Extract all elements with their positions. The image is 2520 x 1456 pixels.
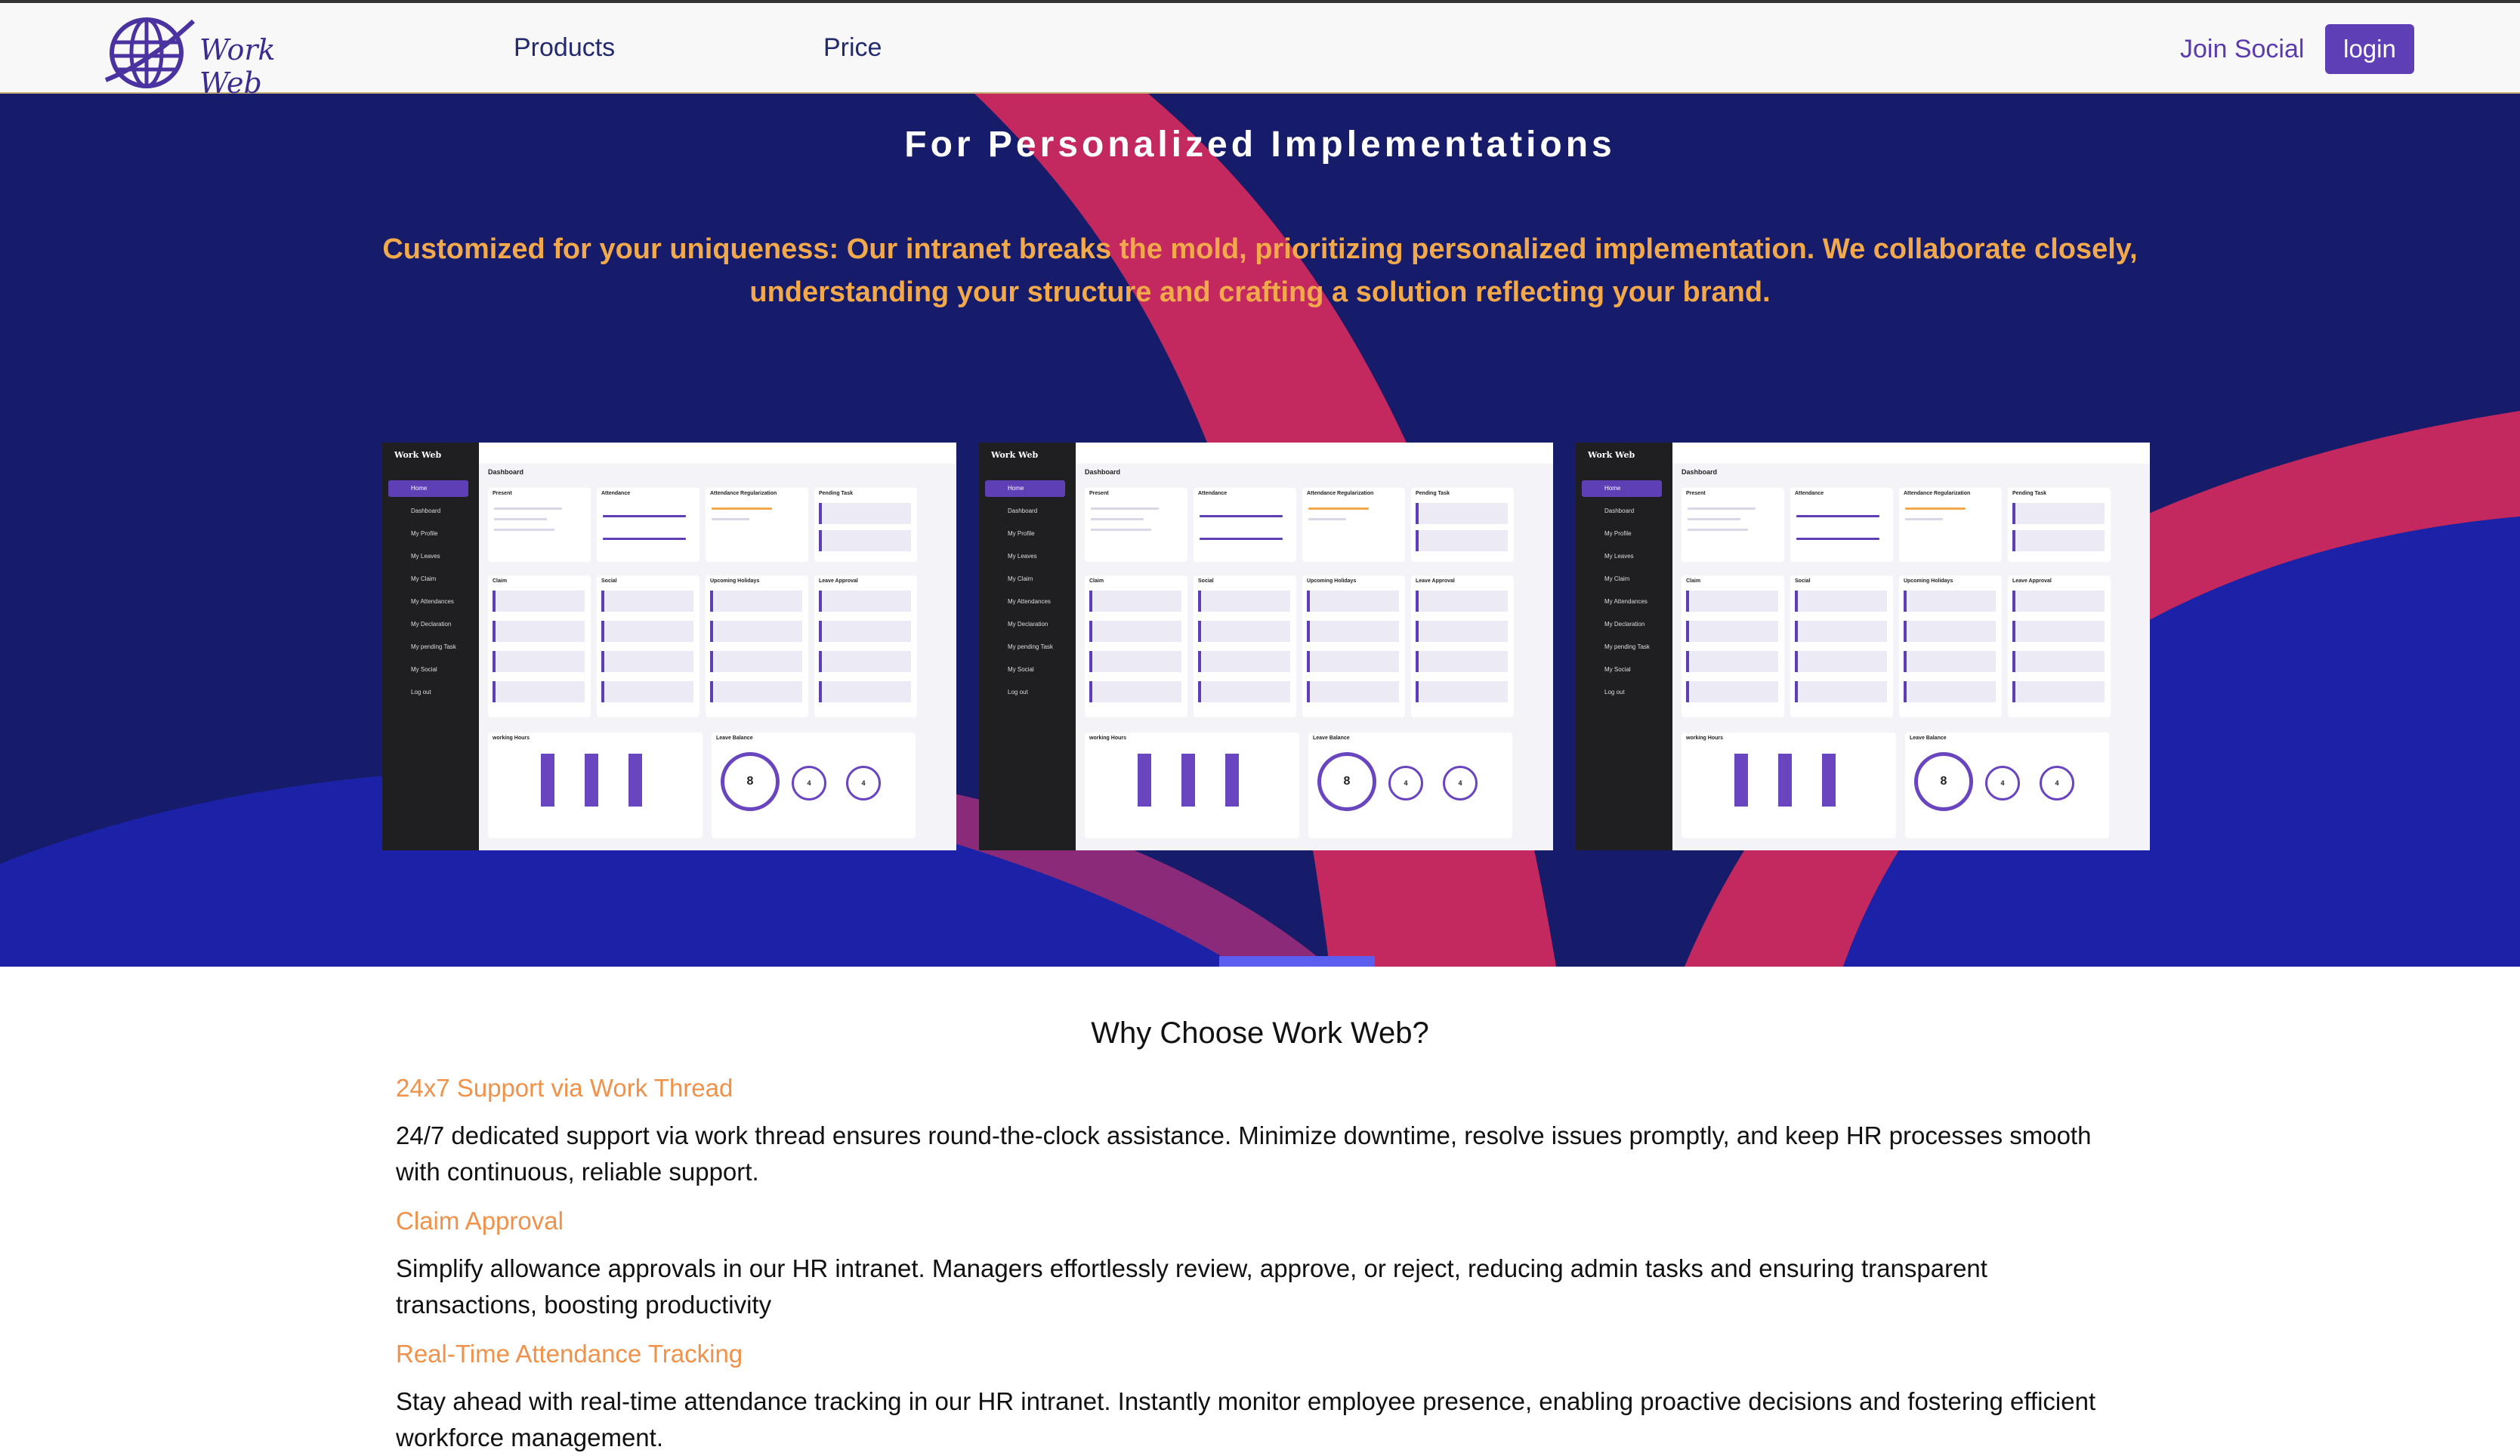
menu-pending-task: My pending Task <box>411 643 456 650</box>
hero-title: For Personalized Implementations <box>904 125 1616 165</box>
card-attendance: Attendance <box>1790 488 1893 562</box>
card-working-hours: working Hours <box>488 733 703 838</box>
menu-declaration: My Declaration <box>1604 621 1645 628</box>
menu-pending-task: My pending Task <box>1604 643 1650 650</box>
card-pending-task: Pending Task <box>1411 488 1514 562</box>
logo[interactable]: Work Web <box>103 11 314 100</box>
card-social: Social <box>597 575 699 717</box>
menu-profile: My Profile <box>1008 530 1035 537</box>
dashboard-brand: Work Web <box>394 450 442 460</box>
menu-claim: My Claim <box>411 575 437 582</box>
card-holidays: Upcoming Holidays <box>706 575 808 717</box>
dashboard-brand: Work Web <box>991 450 1039 460</box>
card-social: Social <box>1194 575 1296 717</box>
card-present: Present <box>1682 488 1784 562</box>
card-attendance: Attendance <box>597 488 699 562</box>
menu-logout: Log out <box>411 689 431 696</box>
menu-profile: My Profile <box>411 530 438 537</box>
dashboard-main: Dashboard Present Attendance Attendance … <box>479 443 956 850</box>
menu-social: My Social <box>411 666 437 673</box>
menu-attendances: My Attendances <box>411 598 454 605</box>
feature-title-attendance: Real-Time Attendance Tracking <box>396 1340 743 1368</box>
menu-leaves: My Leaves <box>411 553 440 560</box>
menu-attendances: My Attendances <box>1008 598 1051 605</box>
card-holidays: Upcoming Holidays <box>1899 575 2002 717</box>
dashboard-main: Dashboard Present Attendance Attendance … <box>1076 443 1553 850</box>
menu-profile: My Profile <box>1604 530 1632 537</box>
dashboard-heading: Dashboard <box>1085 468 1121 476</box>
dashboard-screenshot-2[interactable]: Work Web Home Dashboard My Profile My Le… <box>979 443 1553 850</box>
card-holidays: Upcoming Holidays <box>1302 575 1405 717</box>
menu-attendances: My Attendances <box>1604 598 1648 605</box>
join-social-link[interactable]: Join Social <box>2180 35 2304 64</box>
nav-price-link[interactable]: Price <box>823 33 882 63</box>
menu-logout: Log out <box>1008 689 1028 696</box>
menu-leaves: My Leaves <box>1008 553 1037 560</box>
feature-desc-attendance: Stay ahead with real-time attendance tra… <box>396 1387 2096 1451</box>
feature-desc-claim: Simplify allowance approvals in our HR i… <box>396 1254 1987 1319</box>
card-working-hours: working Hours <box>1085 733 1299 838</box>
dashboard-screenshot-3[interactable]: Work Web Home Dashboard My Profile My Le… <box>1576 443 2150 850</box>
menu-home: Home <box>388 480 468 497</box>
dashboard-sidebar: Work Web Home Dashboard My Profile My Le… <box>1576 443 1672 850</box>
card-present: Present <box>488 488 591 562</box>
menu-pending-task: My pending Task <box>1008 643 1053 650</box>
menu-declaration: My Declaration <box>1008 621 1048 628</box>
logo-text: Work Web <box>199 33 276 100</box>
menu-claim: My Claim <box>1604 575 1630 582</box>
feature-title-claim: Claim Approval <box>396 1207 564 1235</box>
card-attendance: Attendance <box>1194 488 1296 562</box>
card-leave-approval: Leave Approval <box>2008 575 2111 717</box>
card-claim: Claim <box>488 575 591 717</box>
menu-logout: Log out <box>1604 689 1625 696</box>
dashboard-sidebar: Work Web Home Dashboard My Profile My Le… <box>382 443 479 850</box>
navbar: Work Web Products Price Join Social logi… <box>0 0 2520 100</box>
menu-home: Home <box>1582 480 1662 497</box>
card-leave-balance: Leave Balance 8 4 4 <box>1308 733 1512 838</box>
menu-home: Home <box>985 480 1065 497</box>
dashboard-screenshot-1[interactable]: Work Web Home Dashboard My Profile My Le… <box>382 443 956 850</box>
card-leave-approval: Leave Approval <box>814 575 917 717</box>
nav-products-link[interactable]: Products <box>514 33 615 63</box>
card-claim: Claim <box>1085 575 1187 717</box>
menu-social: My Social <box>1604 666 1631 673</box>
login-button[interactable]: login <box>2325 24 2414 74</box>
feature-desc-support: 24/7 dedicated support via work thread e… <box>396 1121 2092 1186</box>
card-leave-balance: Leave Balance 8 4 4 <box>1905 733 2109 838</box>
card-pending-task: Pending Task <box>2008 488 2111 562</box>
card-working-hours: working Hours <box>1682 733 1896 838</box>
dashboard-heading: Dashboard <box>1682 468 1718 476</box>
carousel-indicator[interactable] <box>1219 956 1375 967</box>
feature-title-support: 24x7 Support via Work Thread <box>396 1074 733 1102</box>
dashboard-heading: Dashboard <box>488 468 524 476</box>
menu-leaves: My Leaves <box>1604 553 1634 560</box>
menu-declaration: My Declaration <box>411 621 452 628</box>
dashboard-brand: Work Web <box>1588 450 1635 460</box>
menu-dashboard: Dashboard <box>1604 507 1635 514</box>
globe-icon <box>104 17 196 88</box>
dashboard-topbar <box>1672 443 2150 464</box>
dashboard-topbar <box>479 443 956 464</box>
card-leave-balance: Leave Balance 8 4 4 <box>712 733 916 838</box>
hero-section: For Personalized Implementations Customi… <box>0 94 2520 967</box>
card-regularization: Attendance Regularization <box>706 488 808 562</box>
dashboard-sidebar: Work Web Home Dashboard My Profile My Le… <box>979 443 1076 850</box>
card-present: Present <box>1085 488 1187 562</box>
why-title: Why Choose Work Web? <box>1091 1016 1429 1050</box>
card-regularization: Attendance Regularization <box>1302 488 1405 562</box>
dashboard-main: Dashboard Present Attendance Attendance … <box>1672 443 2150 850</box>
card-claim: Claim <box>1682 575 1784 717</box>
card-leave-approval: Leave Approval <box>1411 575 1514 717</box>
hero-subtitle: Customized for your uniqueness: Our intr… <box>382 233 2138 308</box>
card-pending-task: Pending Task <box>814 488 917 562</box>
menu-claim: My Claim <box>1008 575 1033 582</box>
card-regularization: Attendance Regularization <box>1899 488 2002 562</box>
dashboard-topbar <box>1076 443 1553 464</box>
menu-dashboard: Dashboard <box>1008 507 1038 514</box>
menu-dashboard: Dashboard <box>411 507 441 514</box>
card-social: Social <box>1790 575 1893 717</box>
menu-social: My Social <box>1008 666 1034 673</box>
